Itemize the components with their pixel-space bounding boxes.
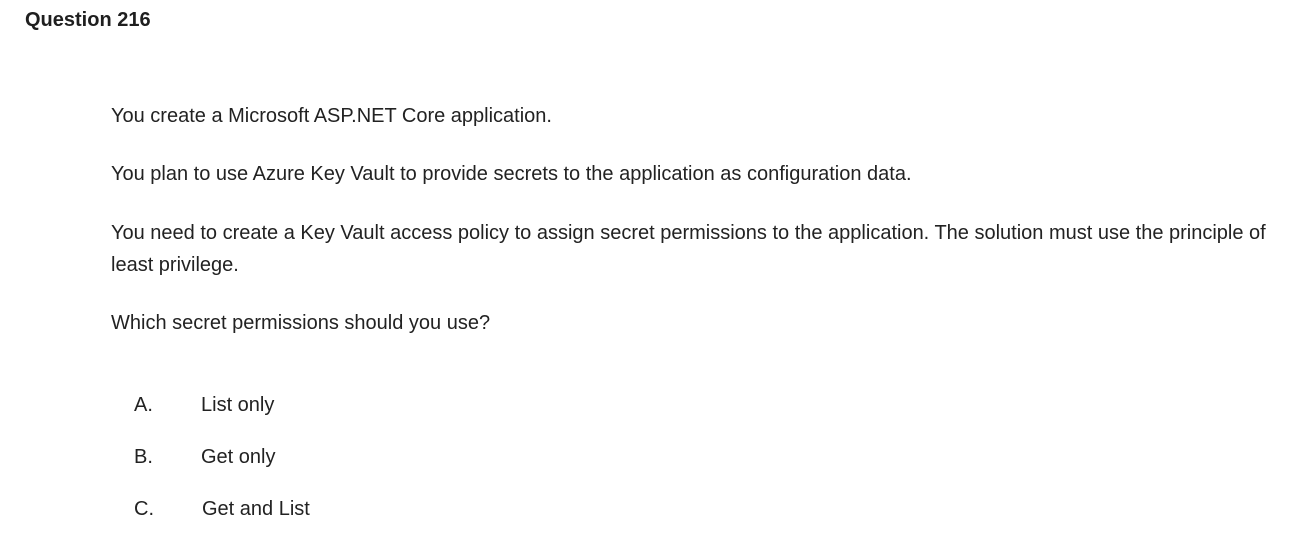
question-prompt: Which secret permissions should you use? (111, 312, 491, 334)
question-paragraph: You need to create a Key Vault access po… (111, 222, 1266, 276)
option-text: Get only (201, 446, 276, 468)
option-letter: C. (134, 498, 154, 520)
question-title: Question 216 (25, 9, 151, 31)
option-text: Get and List (202, 498, 310, 520)
option-letter: A. (134, 394, 153, 416)
option-text: List only (201, 394, 275, 416)
question-paragraph: You create a Microsoft ASP.NET Core appl… (111, 105, 552, 127)
option-letter: B. (134, 446, 153, 468)
question-paragraph: You plan to use Azure Key Vault to provi… (111, 163, 912, 185)
